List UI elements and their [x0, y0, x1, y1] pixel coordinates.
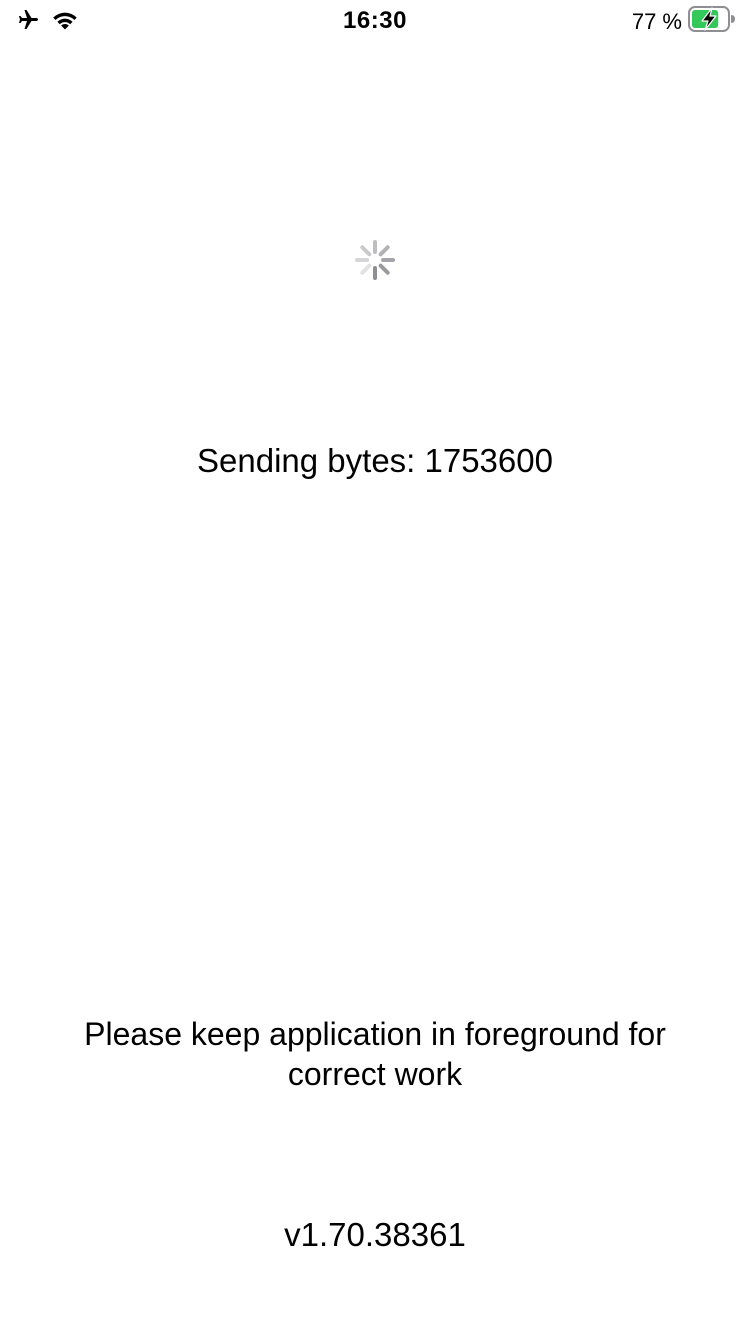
spinner-spoke — [360, 245, 372, 257]
foreground-notice: Please keep application in foreground fo… — [84, 1016, 666, 1092]
loading-spinner-icon — [355, 240, 395, 280]
status-bar-right: 77 % — [632, 6, 736, 37]
spinner-spoke — [378, 245, 390, 257]
battery-charging-icon — [688, 6, 736, 37]
version-label: v1.70.38361 — [284, 1216, 466, 1253]
status-message: Sending bytes: 1753600 — [197, 442, 553, 479]
spinner-spoke — [378, 263, 390, 275]
battery-percent: 77 % — [631, 8, 682, 34]
spinner-spoke — [360, 263, 372, 275]
status-bar: 16:30 77 % — [0, 0, 750, 40]
app-screen: 16:30 77 % Sending bytes: 1753600 Please… — [0, 0, 750, 1334]
